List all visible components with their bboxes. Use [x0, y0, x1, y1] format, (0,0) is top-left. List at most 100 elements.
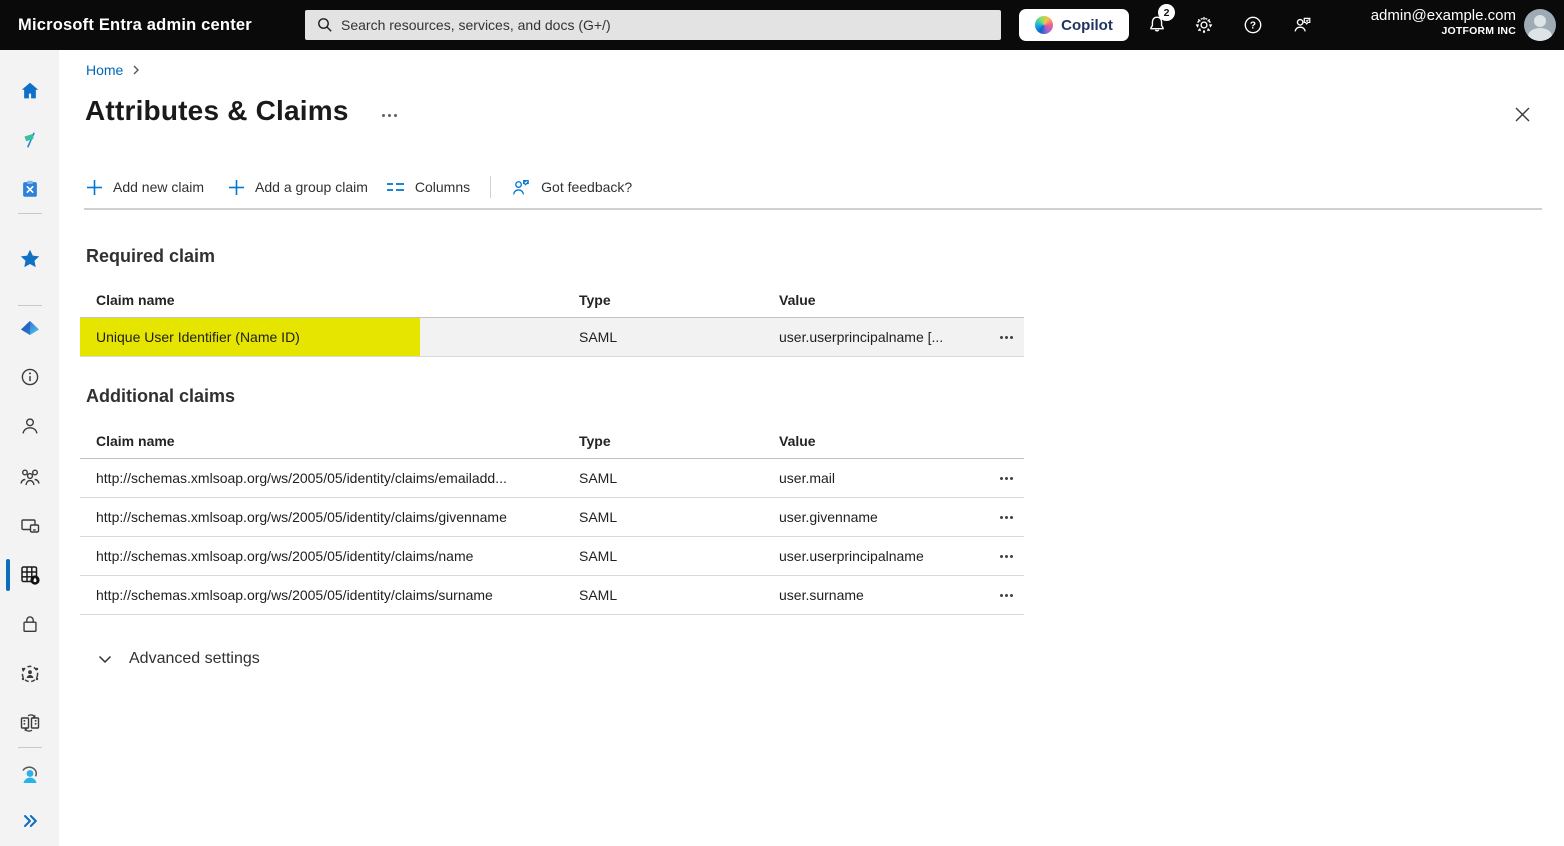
- cell-claim-name: Unique User Identifier (Name ID): [96, 329, 300, 345]
- row-more-menu[interactable]: [996, 330, 1007, 345]
- account-email: admin@example.com: [1370, 7, 1516, 24]
- copilot-button[interactable]: Copilot: [1019, 9, 1129, 41]
- avatar[interactable]: [1524, 9, 1556, 41]
- sidebar-item-applications[interactable]: [0, 555, 59, 595]
- col-header-claim-name: Claim name: [96, 432, 175, 449]
- plus-icon: [229, 179, 245, 195]
- notification-badge: 2: [1158, 4, 1175, 21]
- row-more-menu[interactable]: [996, 471, 1007, 486]
- add-new-claim-label: Add new claim: [113, 179, 205, 195]
- active-indicator: [6, 559, 10, 591]
- cell-claim-name: http://schemas.xmlsoap.org/ws/2005/05/id…: [96, 470, 507, 486]
- sidebar-item-external-identities[interactable]: [0, 703, 59, 743]
- sidebar-divider: [18, 305, 42, 306]
- cell-value: user.userprincipalname: [779, 548, 924, 564]
- sidebar-item-home[interactable]: [0, 71, 59, 111]
- required-claim-heading: Required claim: [86, 246, 216, 266]
- ellipsis-icon: [1000, 477, 1003, 480]
- cell-value: user.userprincipalname [...: [779, 329, 944, 345]
- col-header-type: Type: [579, 291, 611, 308]
- cell-type: SAML: [579, 587, 618, 603]
- groups-icon: [19, 469, 40, 486]
- col-header-claim-name: Claim name: [96, 291, 175, 308]
- entra-id-icon: [20, 321, 39, 335]
- cell-type: SAML: [579, 329, 618, 345]
- left-sidebar: [0, 50, 59, 846]
- close-icon: [1515, 107, 1529, 121]
- devices-icon: [20, 519, 39, 533]
- applications-grid-icon: [20, 566, 40, 585]
- table-row[interactable]: Unique User Identifier (Name ID) SAML us…: [80, 318, 1024, 357]
- identity-governance-icon: [21, 665, 38, 683]
- got-feedback-label: Got feedback?: [541, 179, 633, 195]
- advanced-settings-label: Advanced settings: [129, 650, 260, 667]
- sidebar-item-identity-governance[interactable]: [0, 654, 59, 694]
- toolbar-rule: [84, 208, 1542, 210]
- sidebar-item-learn-support[interactable]: [0, 755, 59, 795]
- external-identities-icon: [20, 714, 39, 732]
- avatar-person-icon: [1534, 15, 1546, 27]
- row-more-menu[interactable]: [996, 510, 1007, 525]
- whats-new-flag-icon: [24, 132, 35, 148]
- info-icon: [21, 368, 38, 386]
- got-feedback-button[interactable]: Got feedback?: [511, 172, 632, 202]
- sidebar-item-devices[interactable]: [0, 506, 59, 546]
- person-feedback-icon: [1294, 17, 1311, 32]
- sidebar-item-overview[interactable]: [0, 357, 59, 397]
- sidebar-divider: [18, 747, 42, 748]
- sidebar-divider: [18, 213, 42, 214]
- required-claim-table: Claim name Type Value Unique User Identi…: [80, 282, 1024, 357]
- add-new-claim-button[interactable]: Add new claim: [86, 173, 204, 202]
- title-more-menu[interactable]: [377, 107, 401, 123]
- add-group-claim-label: Add a group claim: [255, 179, 368, 195]
- person-feedback-icon: [513, 180, 529, 195]
- settings-button[interactable]: [1188, 9, 1220, 41]
- diagnose-solve-icon: [22, 180, 37, 197]
- main-content: Home Attributes & Claims Add new claim A…: [59, 50, 1564, 846]
- close-button[interactable]: [1510, 102, 1534, 126]
- row-more-menu[interactable]: [996, 588, 1007, 603]
- breadcrumb-home-link[interactable]: Home: [86, 62, 123, 78]
- table-row[interactable]: http://schemas.xmlsoap.org/ws/2005/05/id…: [80, 498, 1024, 537]
- cell-claim-name: http://schemas.xmlsoap.org/ws/2005/05/id…: [96, 509, 507, 525]
- table-row[interactable]: http://schemas.xmlsoap.org/ws/2005/05/id…: [80, 537, 1024, 576]
- page-title: Attributes & Claims: [85, 95, 349, 126]
- gear-icon: [1195, 16, 1213, 34]
- plus-icon: [87, 179, 102, 195]
- sidebar-item-groups[interactable]: [0, 457, 59, 497]
- app-title: Microsoft Entra admin center: [18, 15, 252, 34]
- notifications-button[interactable]: 2: [1141, 4, 1175, 41]
- table-header-row: Claim name Type Value: [80, 423, 1024, 459]
- col-header-type: Type: [579, 432, 611, 449]
- additional-claims-heading: Additional claims: [86, 386, 236, 406]
- global-search[interactable]: [305, 10, 1001, 40]
- table-row[interactable]: http://schemas.xmlsoap.org/ws/2005/05/id…: [80, 576, 1024, 615]
- sidebar-item-identity[interactable]: [0, 308, 59, 348]
- search-input[interactable]: [341, 17, 941, 33]
- expand-chevrons-icon: [23, 815, 37, 827]
- columns-button[interactable]: Columns: [386, 173, 470, 201]
- sidebar-expand-button[interactable]: [0, 801, 59, 841]
- cell-value: user.givenname: [779, 509, 878, 525]
- ellipsis-icon: [1000, 594, 1003, 597]
- cell-claim-name: http://schemas.xmlsoap.org/ws/2005/05/id…: [96, 587, 493, 603]
- table-row[interactable]: http://schemas.xmlsoap.org/ws/2005/05/id…: [80, 459, 1024, 498]
- sidebar-item-diagnose-solve[interactable]: [0, 169, 59, 209]
- sidebar-item-users[interactable]: [0, 406, 59, 446]
- sidebar-item-protection[interactable]: [0, 604, 59, 644]
- sidebar-item-favorites[interactable]: [0, 239, 59, 279]
- row-more-menu[interactable]: [996, 549, 1007, 564]
- help-button[interactable]: ?: [1237, 9, 1269, 41]
- feedback-button[interactable]: [1286, 9, 1318, 41]
- copilot-label: Copilot: [1061, 16, 1113, 34]
- advanced-settings-toggle[interactable]: Advanced settings: [97, 650, 260, 668]
- cell-type: SAML: [579, 548, 618, 564]
- account-menu[interactable]: admin@example.com JOTFORM INC: [1371, 6, 1516, 37]
- sidebar-item-whats-new[interactable]: [0, 120, 59, 160]
- ellipsis-icon: [1000, 516, 1003, 519]
- learn-support-icon: [21, 766, 37, 783]
- chevron-right-icon: [133, 65, 140, 75]
- add-group-claim-button[interactable]: Add a group claim: [228, 173, 368, 202]
- additional-claims-table: Claim name Type Value http://schemas.xml…: [80, 423, 1024, 615]
- copilot-icon: [1035, 16, 1054, 34]
